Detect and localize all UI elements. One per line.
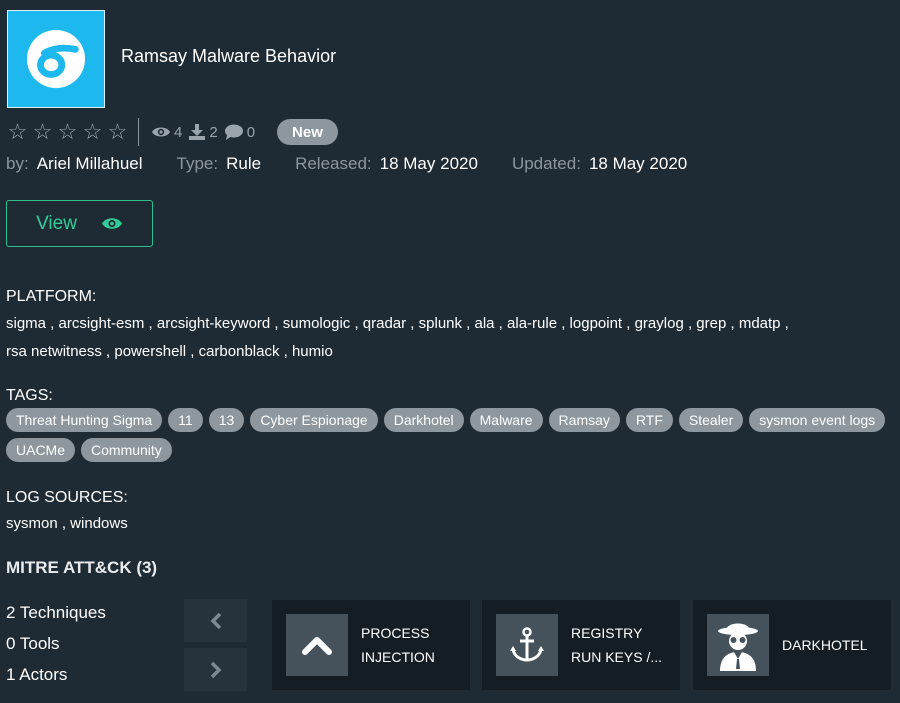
star-rating[interactable]: ☆ ☆ ☆ ☆ ☆ <box>6 121 129 143</box>
tag-chip[interactable]: UACMe <box>6 438 76 462</box>
tag-chip[interactable]: Darkhotel <box>383 408 464 432</box>
card-label: PROCESS INJECTION <box>361 625 435 665</box>
sigma-logo <box>7 10 105 108</box>
next-button[interactable] <box>184 648 247 691</box>
log-sources-list: sysmon , windows <box>6 515 128 532</box>
author-name[interactable]: Ariel Millahuel <box>37 154 143 174</box>
actors-count[interactable]: 1 Actors <box>6 664 106 695</box>
status-badge: New <box>277 119 338 145</box>
released-label: Released: <box>295 154 372 173</box>
tag-chip[interactable]: Community <box>81 438 172 462</box>
prev-button[interactable] <box>184 599 247 642</box>
tag-chip[interactable]: Threat Hunting Sigma <box>6 408 163 432</box>
tools-count[interactable]: 0 Tools <box>6 633 106 664</box>
downloads-count: 2 <box>209 123 218 141</box>
chevron-left-icon <box>210 612 221 629</box>
tag-chip[interactable]: sysmon event logs <box>749 408 886 432</box>
tag-list: Threat Hunting Sigma 11 13 Cyber Espiona… <box>6 408 886 462</box>
mitre-card-process-injection[interactable]: PROCESS INJECTION <box>272 600 470 690</box>
view-button[interactable]: View <box>6 200 153 247</box>
techniques-count[interactable]: 2 Techniques <box>6 602 106 633</box>
platform-label: PLATFORM: <box>6 288 97 305</box>
tag-chip[interactable]: Stealer <box>678 408 744 432</box>
anchor-icon <box>510 627 544 662</box>
chevron-up-icon <box>302 637 332 655</box>
chevron-right-icon <box>210 661 221 678</box>
card-label: DARKHOTEL <box>782 637 868 653</box>
stats-row: ☆ ☆ ☆ ☆ ☆ 4 2 0 New <box>6 118 338 146</box>
mitre-card-registry-run-keys[interactable]: REGISTRY RUN KEYS /... <box>482 600 680 690</box>
tag-chip[interactable]: Cyber Espionage <box>250 408 378 432</box>
star-icon[interactable]: ☆ <box>56 121 79 143</box>
page-title: Ramsay Malware Behavior <box>121 46 337 66</box>
star-icon[interactable]: ☆ <box>106 121 129 143</box>
platform-list: sigma , arcsight-esm , arcsight-keyword … <box>6 310 866 366</box>
spy-icon <box>718 623 758 671</box>
updated-label: Updated: <box>511 154 581 173</box>
sigma-logo-icon <box>26 29 86 89</box>
comments-stat: 0 <box>224 124 255 141</box>
view-button-label: View <box>36 212 77 234</box>
tag-chip[interactable]: Malware <box>469 408 543 432</box>
card-icon <box>286 614 348 676</box>
divider <box>138 118 139 146</box>
card-label: REGISTRY RUN KEYS /... <box>571 625 663 665</box>
star-icon[interactable]: ☆ <box>81 121 104 143</box>
views-stat: 4 <box>151 124 182 141</box>
card-icon <box>707 614 769 676</box>
mitre-counts: 2 Techniques 0 Tools 1 Actors <box>6 602 106 695</box>
card-icon <box>496 614 558 676</box>
platform-line: sigma , arcsight-esm , arcsight-keyword … <box>6 315 789 332</box>
download-icon <box>189 124 206 140</box>
comment-icon <box>224 124 243 140</box>
updated-date: 18 May 2020 <box>588 154 688 173</box>
views-count: 4 <box>174 123 183 141</box>
platform-line: rsa netwitness , powershell , carbonblac… <box>6 343 333 360</box>
tag-chip[interactable]: 13 <box>208 408 245 432</box>
tag-chip[interactable]: 11 <box>168 408 203 432</box>
type-value: Rule <box>226 154 262 173</box>
mitre-card-darkhotel[interactable]: DARKHOTEL <box>693 600 891 690</box>
comments-count: 0 <box>246 123 256 141</box>
downloads-stat: 2 <box>188 123 218 141</box>
mitre-title: MITRE ATT&CK (3) <box>6 558 158 577</box>
type-label: Type: <box>176 154 219 173</box>
released-date: 18 May 2020 <box>379 154 478 173</box>
eye-icon <box>101 218 122 229</box>
star-icon[interactable]: ☆ <box>6 121 29 143</box>
eye-icon <box>152 127 170 137</box>
tag-chip[interactable]: Ramsay <box>548 408 620 432</box>
author-label: by: <box>6 154 29 173</box>
meta-info: by: Ariel Millahuel Type: Rule Released:… <box>6 154 721 174</box>
star-icon[interactable]: ☆ <box>31 121 54 143</box>
log-sources-label: LOG SOURCES: <box>6 489 128 506</box>
tag-chip[interactable]: RTF <box>625 408 673 432</box>
tags-label: TAGS: <box>6 387 53 404</box>
